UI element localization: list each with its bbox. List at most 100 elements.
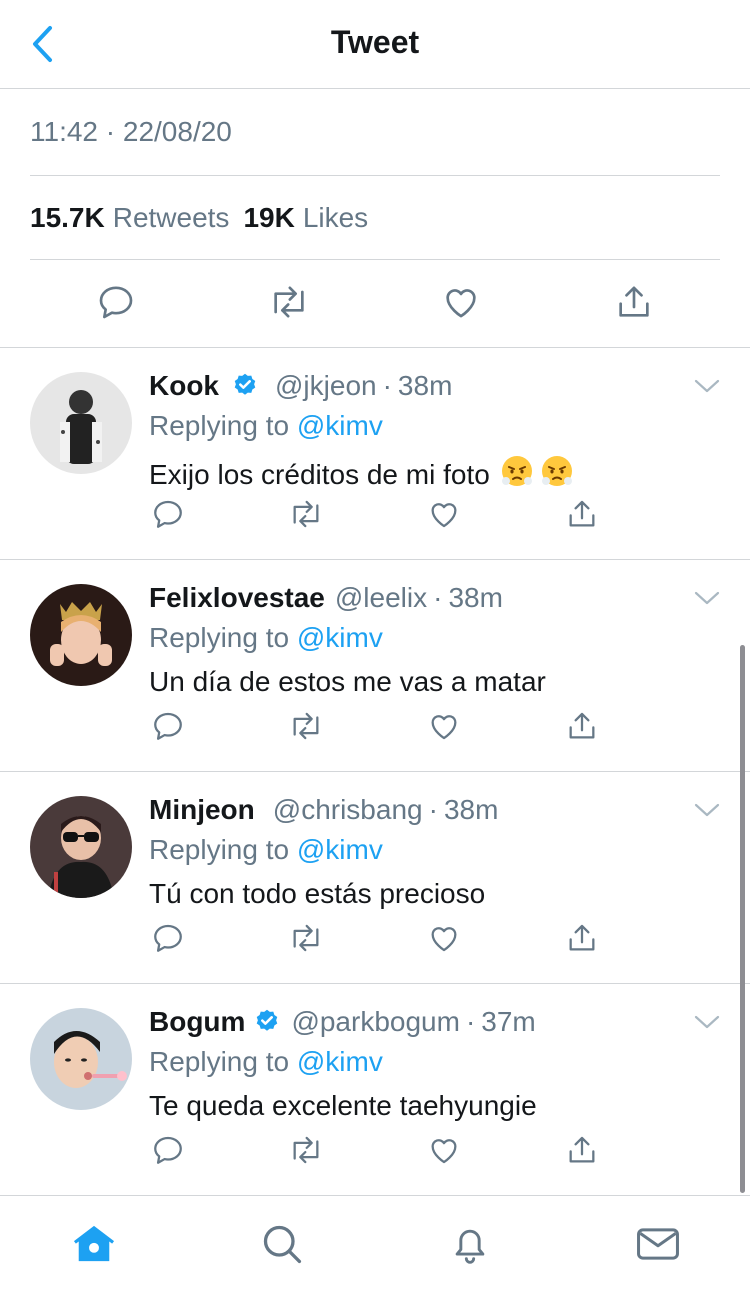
replying-to-label: Replying to bbox=[149, 410, 290, 441]
replying-to-label: Replying to bbox=[149, 834, 290, 865]
mention-link[interactable]: @kimv bbox=[297, 1046, 383, 1077]
reply-time: 38m bbox=[443, 794, 499, 825]
retweet-button[interactable] bbox=[286, 706, 326, 746]
reply-button[interactable] bbox=[148, 706, 188, 746]
user-handle[interactable]: @chrisbang bbox=[273, 794, 423, 826]
retweet-button[interactable] bbox=[286, 1130, 326, 1170]
replying-to-label: Replying to bbox=[149, 622, 290, 653]
separator-dot: · bbox=[428, 794, 438, 825]
like-button[interactable] bbox=[424, 494, 464, 534]
divider bbox=[30, 259, 720, 260]
reply-item[interactable]: Bogum @parkbogum · 37m Replying to @kimv… bbox=[0, 984, 750, 1196]
share-button[interactable] bbox=[562, 918, 602, 958]
reply-header: Felixlovestae @leelix · 38m bbox=[149, 582, 503, 614]
chevron-down-icon bbox=[694, 379, 720, 393]
user-handle[interactable]: @leelix bbox=[335, 582, 427, 614]
tab-home[interactable] bbox=[70, 1220, 118, 1268]
like-button[interactable] bbox=[439, 280, 483, 324]
tab-messages[interactable] bbox=[634, 1220, 682, 1268]
replying-to-label: Replying to bbox=[149, 1046, 290, 1077]
chevron-down-icon bbox=[694, 591, 720, 605]
reply-icon bbox=[99, 286, 133, 319]
reply-item[interactable]: Felixlovestae @leelix · 38m Replying to … bbox=[0, 560, 750, 772]
display-name[interactable]: Felixlovestae bbox=[149, 582, 325, 614]
like-button[interactable] bbox=[424, 1130, 464, 1170]
separator-dot: · bbox=[382, 370, 392, 401]
bottom-tab-bar bbox=[0, 1195, 750, 1294]
share-button[interactable] bbox=[562, 494, 602, 534]
like-button[interactable] bbox=[424, 918, 464, 958]
retweet-icon bbox=[293, 1136, 319, 1164]
reply-header: Bogum @parkbogum · 37m bbox=[149, 1006, 536, 1038]
more-options-button[interactable] bbox=[692, 798, 722, 822]
more-options-button[interactable] bbox=[692, 586, 722, 610]
reply-item[interactable]: Kook @jkjeon · 38m Replying to @kimv Exi… bbox=[0, 348, 750, 560]
mention-link[interactable]: @kimv bbox=[297, 410, 383, 441]
heart-icon bbox=[431, 1139, 457, 1164]
reply-button[interactable] bbox=[148, 1130, 188, 1170]
replying-to-line: Replying to @kimv bbox=[149, 1046, 383, 1078]
like-button[interactable] bbox=[424, 706, 464, 746]
share-icon bbox=[569, 500, 595, 527]
reply-header: Minjeon @chrisbang · 38m bbox=[149, 794, 498, 826]
reply-body: Exijo los créditos de mi foto bbox=[149, 458, 490, 490]
top-nav-bar: Tweet bbox=[0, 0, 750, 89]
avatar[interactable] bbox=[30, 796, 132, 898]
display-name[interactable]: Minjeon bbox=[149, 794, 255, 826]
tab-search[interactable] bbox=[258, 1220, 306, 1268]
avatar[interactable] bbox=[30, 584, 132, 686]
share-icon bbox=[569, 712, 595, 739]
steam-face-emoji-icon bbox=[500, 454, 534, 495]
user-handle[interactable]: @parkbogum bbox=[291, 1006, 460, 1038]
retweet-button[interactable] bbox=[286, 918, 326, 958]
reply-button[interactable] bbox=[148, 494, 188, 534]
retweet-icon bbox=[293, 924, 319, 952]
tweet-stats: 15.7K Retweets 19K Likes bbox=[30, 202, 382, 234]
likes-label[interactable]: Likes bbox=[303, 202, 368, 234]
reply-text: Te queda excelente taehyungie bbox=[149, 1090, 537, 1122]
replying-to-line: Replying to @kimv bbox=[149, 622, 383, 654]
avatar[interactable] bbox=[30, 1008, 132, 1110]
heart-icon bbox=[446, 289, 476, 318]
replying-to-line: Replying to @kimv bbox=[149, 410, 383, 442]
reply-time: 37m bbox=[481, 1006, 536, 1037]
vertical-scrollbar[interactable] bbox=[740, 645, 745, 1193]
retweets-label[interactable]: Retweets bbox=[113, 202, 230, 234]
share-button[interactable] bbox=[562, 706, 602, 746]
chevron-down-icon bbox=[694, 1015, 720, 1029]
share-button[interactable] bbox=[612, 280, 656, 324]
reply-icon bbox=[154, 924, 182, 952]
more-options-button[interactable] bbox=[692, 374, 722, 398]
user-handle[interactable]: @jkjeon bbox=[275, 370, 377, 402]
retweet-button[interactable] bbox=[286, 494, 326, 534]
mention-link[interactable]: @kimv bbox=[297, 622, 383, 653]
display-name[interactable]: Bogum bbox=[149, 1006, 245, 1038]
share-button[interactable] bbox=[562, 1130, 602, 1170]
reply-icon bbox=[154, 712, 182, 740]
display-name[interactable]: Kook bbox=[149, 370, 219, 402]
retweet-icon bbox=[274, 286, 304, 318]
retweets-count[interactable]: 15.7K bbox=[30, 202, 105, 234]
reply-header: Kook @jkjeon · 38m bbox=[149, 370, 452, 402]
heart-icon bbox=[431, 715, 457, 740]
tweet-actions bbox=[0, 278, 750, 328]
chevron-down-icon bbox=[694, 803, 720, 817]
more-options-button[interactable] bbox=[692, 1010, 722, 1034]
separator-dot: · bbox=[465, 1006, 476, 1037]
retweet-icon bbox=[293, 712, 319, 740]
verified-badge-icon bbox=[253, 1008, 281, 1036]
reply-button[interactable] bbox=[94, 280, 138, 324]
likes-count[interactable]: 19K bbox=[243, 202, 294, 234]
reply-body: Te queda excelente taehyungie bbox=[149, 1090, 537, 1121]
mention-link[interactable]: @kimv bbox=[297, 834, 383, 865]
separator-dot: · bbox=[433, 582, 443, 613]
reply-item[interactable]: Minjeon @chrisbang · 38m Replying to @ki… bbox=[0, 772, 750, 984]
reply-button[interactable] bbox=[148, 918, 188, 958]
reply-body: Un día de estos me vas a matar bbox=[149, 666, 546, 697]
retweet-button[interactable] bbox=[267, 280, 311, 324]
avatar[interactable] bbox=[30, 372, 132, 474]
tab-notifications[interactable] bbox=[446, 1220, 494, 1268]
reply-icon bbox=[154, 1136, 182, 1164]
divider bbox=[30, 175, 720, 176]
reply-time: 38m bbox=[448, 582, 503, 613]
